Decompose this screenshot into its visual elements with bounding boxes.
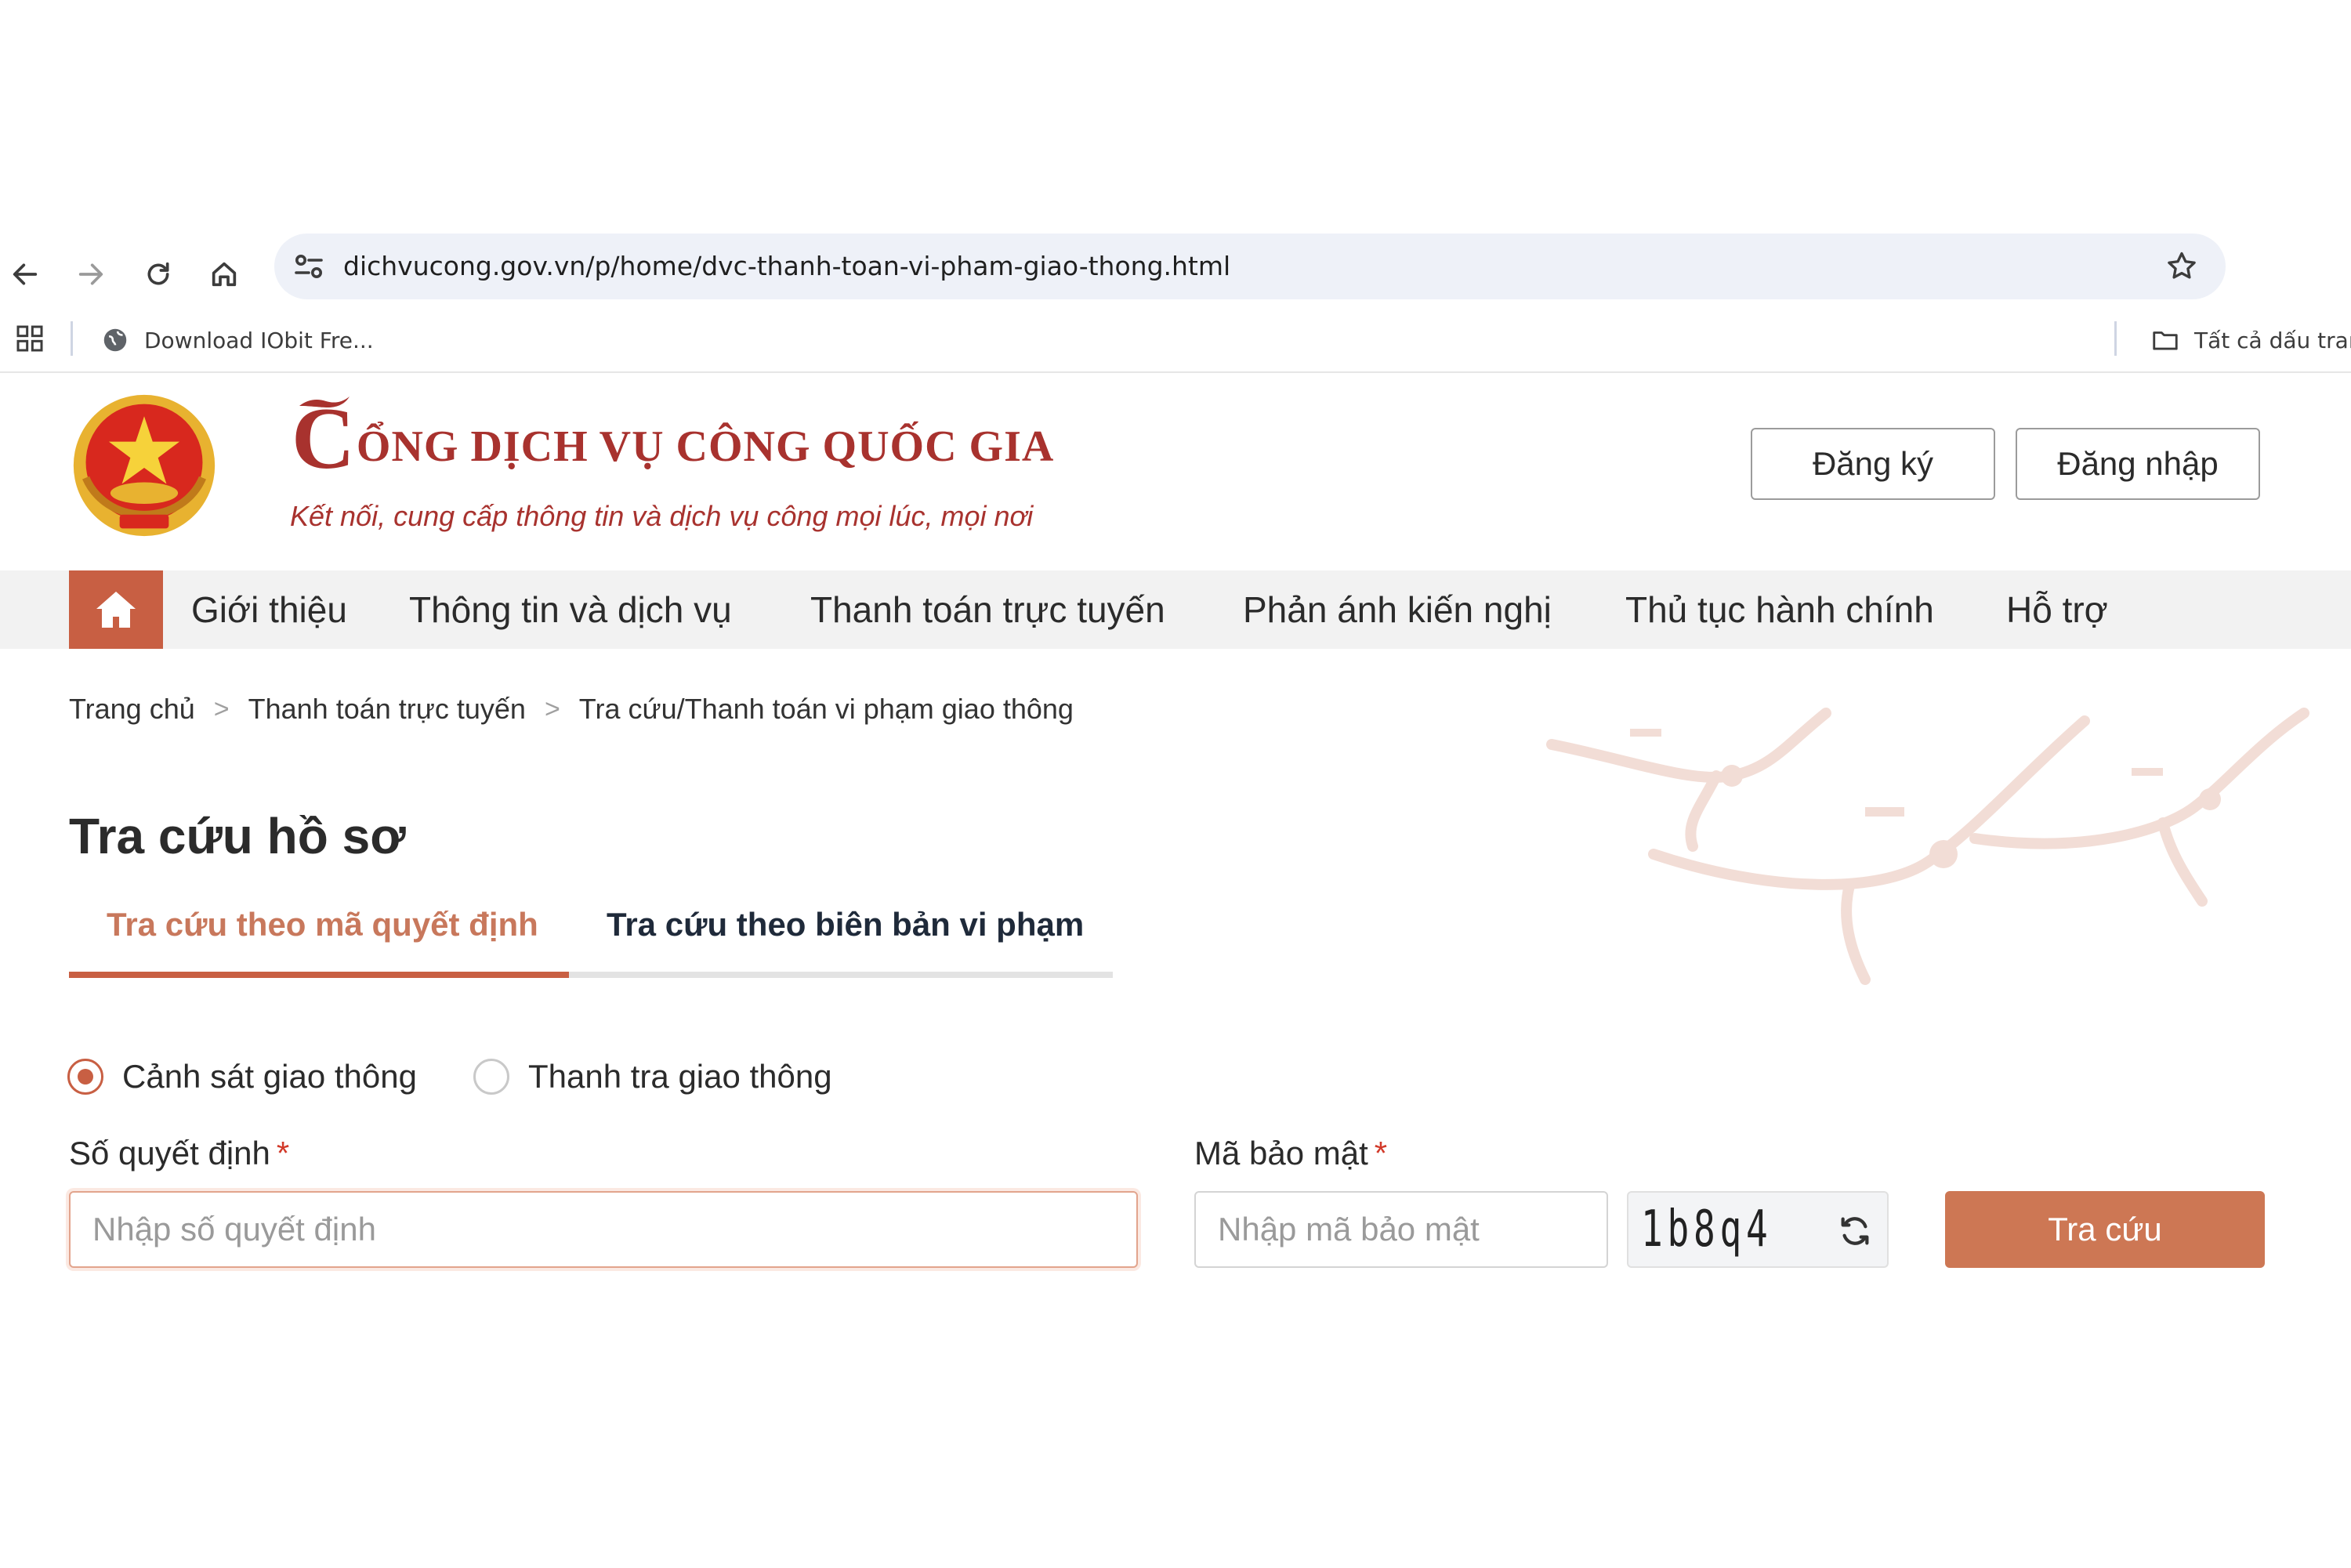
radio-traffic-police[interactable]: Cảnh sát giao thông [67,1055,417,1099]
nav-item-ho-tro[interactable]: Hỗ trợ [2006,570,2108,649]
bookmarks-separator [71,321,73,356]
logo-initial: C [292,390,355,487]
back-icon [13,263,38,285]
breadcrumb-separator: > [213,693,230,724]
required-mark: * [1374,1135,1388,1171]
reload-icon [147,262,169,285]
reload-button[interactable] [135,251,182,298]
decorative-cranes-icon [1546,708,2309,985]
globe-icon [103,328,127,352]
breadcrumb-payment[interactable]: Thanh toán trực tuyến [248,693,526,726]
national-emblem-icon[interactable] [67,389,221,542]
nav-item-thanh-toan[interactable]: Thanh toán trực tuyến [810,570,1165,649]
breadcrumb-separator: > [544,693,560,724]
captcha-image: 1b8q4 [1627,1191,1889,1268]
forward-button[interactable] [67,251,114,298]
site-logo-title[interactable]: C ỔNG DỊCH VỤ CÔNG QUỐC GIA [292,390,1055,487]
radio-unchecked-icon[interactable] [473,1059,509,1095]
bookmark-label: Download IObit Fre... [144,327,374,353]
main-navigation: Giới thiệu Thông tin và dịch vụ Thanh to… [0,570,2351,649]
folder-icon [2153,331,2178,350]
captcha-label-text: Mã bảo mật [1194,1135,1368,1171]
captcha-code: 1b8q4 [1641,1200,1773,1258]
forward-icon [78,263,103,285]
captcha-label: Mã bảo mật * [1194,1135,1387,1172]
nav-home-button[interactable] [69,570,163,649]
breadcrumb-home[interactable]: Trang chủ [69,693,195,726]
nav-item-gioi-thieu[interactable]: Giới thiệu [191,570,347,649]
bookmarks-separator [2114,321,2117,356]
refresh-icon[interactable] [1837,1213,1873,1249]
tab-by-decision-code[interactable]: Tra cứu theo mã quyết định [107,893,538,972]
back-button[interactable] [2,251,49,298]
login-button[interactable]: Đăng nhập [2016,428,2260,500]
tab-active-indicator [69,972,569,978]
all-bookmarks[interactable]: Tất cả dấu trang [2150,312,2351,368]
nav-item-thong-tin-dich-vu[interactable]: Thông tin và dịch vụ [409,570,732,649]
logo-title-text: ỔNG DỊCH VỤ CÔNG QUỐC GIA [356,422,1055,471]
radio-traffic-inspection[interactable]: Thanh tra giao thông [473,1055,832,1099]
browser-chrome: dichvucong.gov.vn/p/home/dvc-thanh-toan-… [0,219,2351,373]
radio-label: Cảnh sát giao thông [122,1058,417,1095]
search-button[interactable]: Tra cứu [1945,1191,2265,1268]
home-icon [212,262,237,287]
home-icon [96,592,136,628]
address-bar[interactable]: dichvucong.gov.vn/p/home/dvc-thanh-toan-… [274,234,2226,299]
bookmark-item[interactable]: Download IObit Fre... [100,312,374,368]
page-title: Tra cứu hồ sơ [69,808,406,864]
decision-number-input[interactable] [69,1191,1138,1268]
captcha-input[interactable] [1194,1191,1608,1268]
site-slogan: Kết nối, cung cấp thông tin và dịch vụ c… [290,500,1034,532]
lookup-tabs: Tra cứu theo mã quyết định Tra cứu theo … [69,893,1113,978]
tab-by-violation-record[interactable]: Tra cứu theo biên bản vi phạm [607,893,1084,972]
breadcrumb: Trang chủ > Thanh toán trực tuyến > Tra … [69,690,1074,729]
site-info-icon[interactable] [290,248,328,285]
required-mark: * [276,1135,290,1171]
url-text[interactable]: dichvucong.gov.vn/p/home/dvc-thanh-toan-… [343,234,1230,299]
nav-item-phan-anh[interactable]: Phản ánh kiến nghị [1243,570,1552,649]
register-button[interactable]: Đăng ký [1751,428,1995,500]
bookmarks-bar: Download IObit Fre... Tất cả dấu trang [0,312,2351,368]
nav-item-thu-tuc[interactable]: Thủ tục hành chính [1625,570,1934,649]
decision-number-label-text: Số quyết định [69,1135,270,1171]
apps-icon[interactable] [14,323,45,354]
decision-number-label: Số quyết định * [69,1135,289,1172]
star-icon[interactable] [2164,249,2199,284]
all-bookmarks-label: Tất cả dấu trang [2194,327,2351,353]
home-button[interactable] [201,251,248,298]
radio-checked-icon[interactable] [67,1059,103,1095]
radio-label: Thanh tra giao thông [528,1058,832,1095]
breadcrumb-current: Tra cứu/Thanh toán vi phạm giao thông [578,693,1074,725]
